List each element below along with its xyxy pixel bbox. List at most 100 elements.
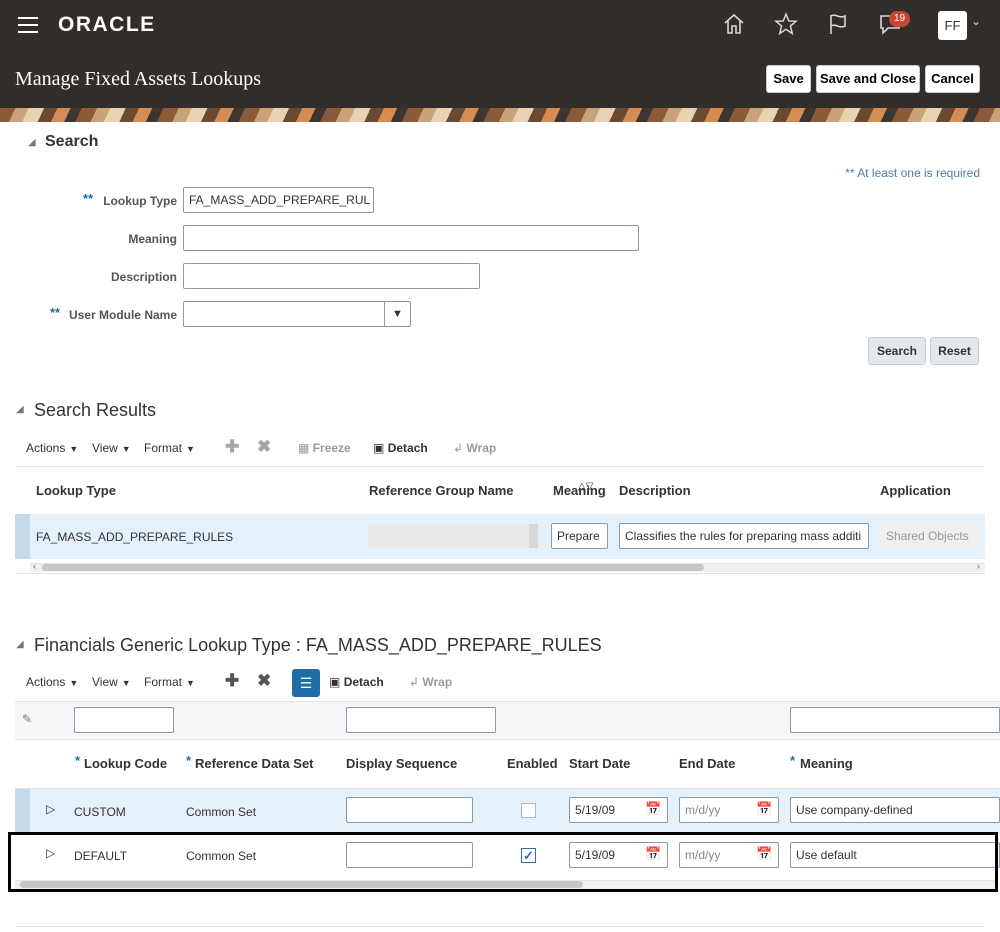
- format-menu[interactable]: Format ▼: [144, 675, 195, 689]
- col-display-sequence[interactable]: Display Sequence: [346, 756, 457, 771]
- add-icon[interactable]: ✚: [225, 671, 239, 691]
- query-by-example-icon[interactable]: ☰: [292, 669, 320, 697]
- enabled-checkbox[interactable]: [521, 803, 536, 818]
- table-bottom-divider: [15, 573, 985, 574]
- calendar-icon[interactable]: 📅: [756, 801, 772, 817]
- col-meaning[interactable]: Meaning: [800, 756, 853, 771]
- sort-icon[interactable]: △▽: [578, 481, 593, 492]
- section-bottom-divider: [15, 926, 985, 927]
- lookup-type-input[interactable]: FA_MASS_ADD_PREPARE_RUL: [183, 187, 374, 213]
- detach-label: Detach: [387, 441, 428, 455]
- row-selector[interactable]: [15, 789, 30, 833]
- description-input[interactable]: [183, 263, 480, 289]
- collapse-results-icon[interactable]: ◢: [16, 404, 24, 415]
- expand-row-icon[interactable]: ▷: [46, 802, 55, 816]
- wrap-icon: ↲: [409, 675, 420, 689]
- result-meaning-input[interactable]: Prepare: [551, 523, 608, 549]
- oracle-logo[interactable]: ORACLE: [58, 13, 156, 37]
- col-enabled[interactable]: Enabled: [507, 756, 558, 771]
- delete-icon[interactable]: ✖: [257, 671, 271, 691]
- edit-pencil-icon: ✎: [22, 712, 33, 726]
- col-lookup-code[interactable]: Lookup Code: [84, 756, 167, 771]
- search-section-title: Search: [45, 133, 99, 150]
- search-button[interactable]: Search: [868, 337, 926, 365]
- format-menu[interactable]: Format ▼: [144, 441, 195, 455]
- view-menu[interactable]: View ▼: [92, 441, 131, 455]
- required-indicator: **: [50, 305, 61, 320]
- lookup-code-cell: CUSTOM: [74, 805, 126, 819]
- add-icon[interactable]: ✚: [225, 437, 239, 457]
- notification-badge: 19: [889, 11, 911, 27]
- save-button[interactable]: Save: [766, 65, 811, 93]
- table-divider: [15, 466, 985, 467]
- description-label: Description: [110, 270, 177, 284]
- filter-lookup-code[interactable]: [74, 707, 174, 733]
- col-reference-data-set[interactable]: Reference Data Set: [195, 756, 314, 771]
- col-lookup-type[interactable]: Lookup Type: [36, 483, 116, 498]
- format-label: Format: [144, 675, 183, 689]
- wrap-icon: ↲: [453, 441, 464, 455]
- actions-menu[interactable]: Actions ▼: [26, 675, 78, 689]
- collapse-lookup-codes-icon[interactable]: ◢: [16, 639, 24, 650]
- col-description[interactable]: Description: [619, 483, 691, 498]
- reference-data-set-cell: Common Set: [186, 805, 257, 819]
- actions-menu[interactable]: Actions ▼: [26, 441, 78, 455]
- row-selector[interactable]: [15, 514, 30, 559]
- chevron-down-icon[interactable]: ⌄: [971, 14, 981, 28]
- scrollbar-thumb[interactable]: [20, 881, 583, 888]
- scrollbar-thumb[interactable]: [42, 564, 704, 571]
- meaning-input[interactable]: [183, 225, 639, 251]
- required-indicator: *: [75, 753, 81, 768]
- col-application[interactable]: Application: [880, 483, 951, 498]
- wrap-label: Wrap: [466, 441, 497, 455]
- collapse-search-icon[interactable]: ◢: [28, 137, 36, 148]
- result-description-input[interactable]: Classifies the rules for preparing mass …: [619, 523, 869, 549]
- result-lookup-type: FA_MASS_ADD_PREPARE_RULES: [36, 530, 234, 544]
- caret-down-icon: ▼: [69, 678, 79, 688]
- detach-icon: ▣: [373, 441, 385, 455]
- col-reference-group-name[interactable]: Reference Group Name: [369, 483, 514, 498]
- caret-down-icon: ▼: [121, 444, 131, 454]
- actions-label: Actions: [26, 675, 66, 689]
- required-indicator: *: [186, 753, 192, 768]
- delete-icon[interactable]: ✖: [257, 437, 271, 457]
- detach-button[interactable]: ▣ Detach: [373, 441, 428, 455]
- caret-down-icon: ▼: [186, 444, 195, 454]
- format-label: Format: [144, 441, 183, 455]
- wrap-button[interactable]: ↲ Wrap: [453, 441, 496, 455]
- calendar-icon[interactable]: 📅: [645, 801, 661, 817]
- freeze-button[interactable]: ▦ Freeze: [298, 441, 351, 455]
- end-date-placeholder: m/d/yy: [685, 803, 721, 817]
- menu-icon[interactable]: [18, 17, 38, 33]
- user-avatar[interactable]: FF: [938, 11, 967, 40]
- reference-group-field: [368, 524, 538, 548]
- filter-meaning[interactable]: [790, 707, 1000, 733]
- required-indicator: *: [790, 753, 796, 768]
- caret-down-icon: ▼: [121, 678, 131, 688]
- detach-button[interactable]: ▣ Detach: [329, 675, 384, 689]
- lookup-codes-title: Financials Generic Lookup Type : FA_MASS…: [34, 635, 602, 655]
- scroll-left-icon[interactable]: ‹: [33, 561, 36, 571]
- favorites-star-icon[interactable]: [773, 11, 799, 38]
- flag-icon[interactable]: [825, 12, 851, 38]
- cancel-button[interactable]: Cancel: [925, 65, 980, 93]
- view-menu[interactable]: View ▼: [92, 675, 131, 689]
- save-and-close-button[interactable]: Save and Close: [816, 65, 920, 93]
- display-sequence-input[interactable]: [346, 797, 473, 823]
- reset-button[interactable]: Reset: [930, 337, 979, 365]
- meaning-input[interactable]: Use company-defined: [790, 797, 1000, 823]
- user-module-name-select[interactable]: [183, 301, 411, 327]
- col-end-date[interactable]: End Date: [679, 756, 735, 771]
- home-icon[interactable]: [721, 12, 747, 38]
- detach-label: Detach: [343, 675, 384, 689]
- meaning-label: Meaning: [128, 232, 177, 246]
- wrap-button[interactable]: ↲ Wrap: [409, 675, 452, 689]
- required-note: ** At least one is required: [845, 166, 980, 180]
- page-title: Manage Fixed Assets Lookups: [15, 68, 262, 90]
- wrap-label: Wrap: [422, 675, 453, 689]
- dropdown-arrow-icon[interactable]: ▼: [384, 302, 410, 326]
- col-start-date[interactable]: Start Date: [569, 756, 630, 771]
- scroll-right-icon[interactable]: ›: [977, 561, 980, 571]
- filter-display-sequence[interactable]: [346, 707, 496, 733]
- header-banner-image: [0, 108, 1000, 122]
